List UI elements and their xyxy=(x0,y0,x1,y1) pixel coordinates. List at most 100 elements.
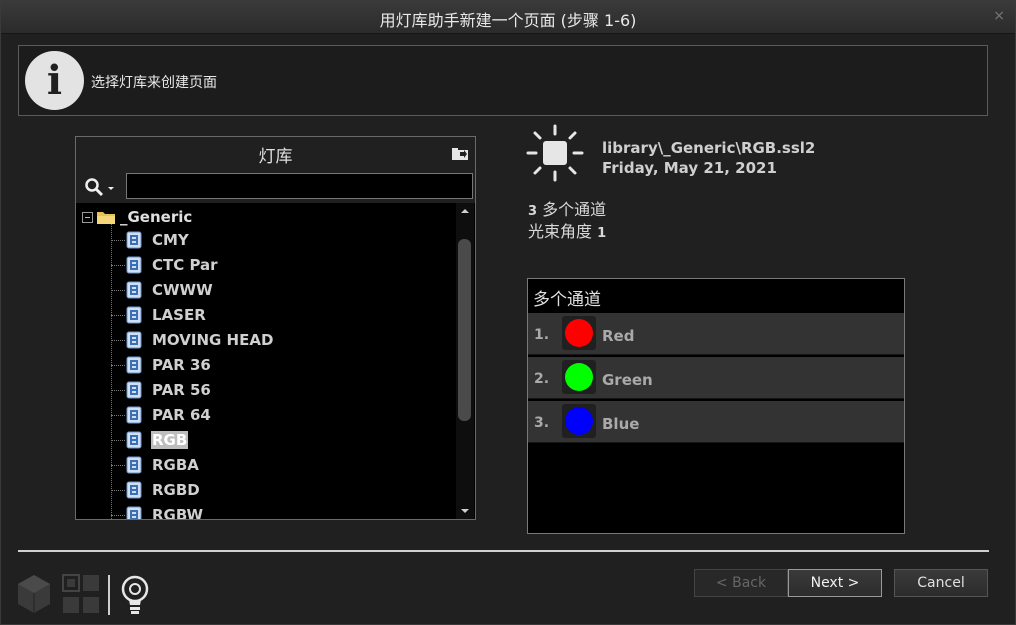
close-icon[interactable]: × xyxy=(993,8,1005,24)
folder-open-icon[interactable] xyxy=(451,147,469,161)
library-search-input[interactable] xyxy=(126,173,473,199)
channels-header: 多个通道 xyxy=(528,279,904,313)
tree-folder-generic[interactable]: _Generic xyxy=(82,207,192,227)
beam-angle-value: 1 xyxy=(597,226,607,241)
fixture-item[interactable]: PAR 36 xyxy=(111,354,212,376)
fixture-item-label: CTC Par xyxy=(152,256,218,274)
fixture-file-icon xyxy=(126,406,142,424)
tree-connector xyxy=(111,514,125,516)
channel-number: 3. xyxy=(534,415,550,431)
fixture-file-icon xyxy=(126,231,142,249)
fixture-item[interactable]: CTC Par xyxy=(111,254,219,276)
3d-box-icon xyxy=(18,575,50,613)
tree-connector xyxy=(111,239,125,241)
grid-icon xyxy=(62,574,99,613)
fixture-file-path: library\_Generic\RGB.ssl2 xyxy=(602,139,816,157)
channel-number: 1. xyxy=(534,327,550,343)
fixture-item[interactable]: MOVING HEAD xyxy=(111,329,274,351)
footer-divider xyxy=(108,575,110,615)
color-dot-icon xyxy=(565,319,593,347)
next-button[interactable]: Next > xyxy=(788,569,882,597)
beam-angle-line: 光束角度 1 xyxy=(528,218,606,242)
fixture-item-label: CMY xyxy=(152,231,189,249)
collapse-icon[interactable] xyxy=(82,211,93,223)
channels-title: 多个通道 xyxy=(533,290,601,310)
channel-number: 2. xyxy=(534,371,550,387)
channel-row[interactable]: 1. Red xyxy=(528,313,904,355)
folder-label: _Generic xyxy=(120,208,193,226)
fixture-item[interactable]: CWWW xyxy=(111,279,214,301)
fixture-file-icon xyxy=(126,381,142,399)
tree-connector xyxy=(111,289,125,291)
tree-connector xyxy=(111,364,125,366)
tree-connector xyxy=(111,439,125,441)
channel-name: Blue xyxy=(602,415,640,433)
fixture-item[interactable]: CMY xyxy=(111,229,190,251)
channel-count-line: 3 多个通道 xyxy=(528,196,606,220)
wizard-window: 用灯库助手新建一个页面 (步骤 1-6) × i 选择灯库来创建页面 灯库 _G… xyxy=(0,0,1016,625)
tree-connector xyxy=(111,464,125,466)
channel-color-swatch xyxy=(562,360,596,394)
fixture-item-label: PAR 36 xyxy=(152,356,211,374)
tree-connector xyxy=(111,414,125,416)
library-header: 灯库 xyxy=(76,137,475,171)
fixture-item-label: RGBA xyxy=(152,456,199,474)
library-search-bar xyxy=(76,171,475,203)
tree-connector xyxy=(111,314,125,316)
fixture-item[interactable]: PAR 64 xyxy=(111,404,212,426)
fixture-item[interactable]: RGBD xyxy=(111,479,201,501)
lightbulb-icon xyxy=(121,575,149,614)
fixture-file-date: Friday, May 21, 2021 xyxy=(602,159,777,177)
title-bar: 用灯库助手新建一个页面 (步骤 1-6) × xyxy=(1,1,1015,34)
back-button[interactable]: < Back xyxy=(694,569,788,597)
channels-panel: 多个通道 1. Red 2. Green 3. Blue xyxy=(527,278,905,534)
fixture-item-label: PAR 64 xyxy=(152,406,211,424)
fixture-item[interactable]: PAR 56 xyxy=(111,379,212,401)
fixture-item-label: RGB xyxy=(151,431,189,449)
info-icon: i xyxy=(25,51,84,110)
search-icon[interactable] xyxy=(84,177,116,197)
library-title: 灯库 xyxy=(258,147,293,167)
fixture-file-icon xyxy=(126,356,142,374)
tree-connector xyxy=(111,264,125,266)
fixture-file-icon xyxy=(126,256,142,274)
fixture-file-icon xyxy=(126,506,142,519)
fixture-file-icon xyxy=(126,281,142,299)
scroll-thumb[interactable] xyxy=(458,239,471,421)
footer-separator xyxy=(18,550,989,552)
scroll-down-arrow-icon[interactable] xyxy=(461,509,469,513)
library-scrollbar[interactable] xyxy=(456,203,474,519)
fixture-item[interactable]: RGBA xyxy=(111,454,200,476)
tree-connector xyxy=(111,389,125,391)
folder-icon xyxy=(97,211,115,224)
fixture-item-label: RGBD xyxy=(152,481,200,499)
info-text: 选择灯库来创建页面 xyxy=(91,75,217,91)
scroll-up-arrow-icon[interactable] xyxy=(461,209,469,213)
fixture-item-label: RGBW xyxy=(152,506,204,519)
cancel-button[interactable]: Cancel xyxy=(894,569,988,597)
channel-count-label: 多个通道 xyxy=(542,200,607,219)
fixture-item[interactable]: RGB xyxy=(111,429,189,451)
color-dot-icon xyxy=(565,407,593,435)
channel-count: 3 xyxy=(528,204,538,219)
channel-name: Green xyxy=(602,371,653,389)
tree-connector xyxy=(111,489,125,491)
channel-name: Red xyxy=(602,327,635,345)
fixture-item-label: MOVING HEAD xyxy=(152,331,274,349)
channel-color-swatch xyxy=(562,316,596,350)
channel-row[interactable]: 2. Green xyxy=(528,357,904,399)
fixture-file-icon xyxy=(126,456,142,474)
fixture-item[interactable]: RGBW xyxy=(111,504,204,519)
fixture-file-icon xyxy=(126,481,142,499)
fixture-item[interactable]: LASER xyxy=(111,304,207,326)
fixture-file-icon xyxy=(126,431,142,449)
fixture-item-label: PAR 56 xyxy=(152,381,211,399)
library-tree: _Generic CMY CTC Par CWWW LASER MOVING HEAD P… xyxy=(76,203,456,519)
fixture-file-icon xyxy=(126,306,142,324)
channel-row[interactable]: 3. Blue xyxy=(528,401,904,443)
info-banner: i 选择灯库来创建页面 xyxy=(18,45,988,116)
color-dot-icon xyxy=(565,363,593,391)
fixture-item-label: CWWW xyxy=(152,281,213,299)
tree-connector xyxy=(111,339,125,341)
fixture-item-label: LASER xyxy=(152,306,206,324)
